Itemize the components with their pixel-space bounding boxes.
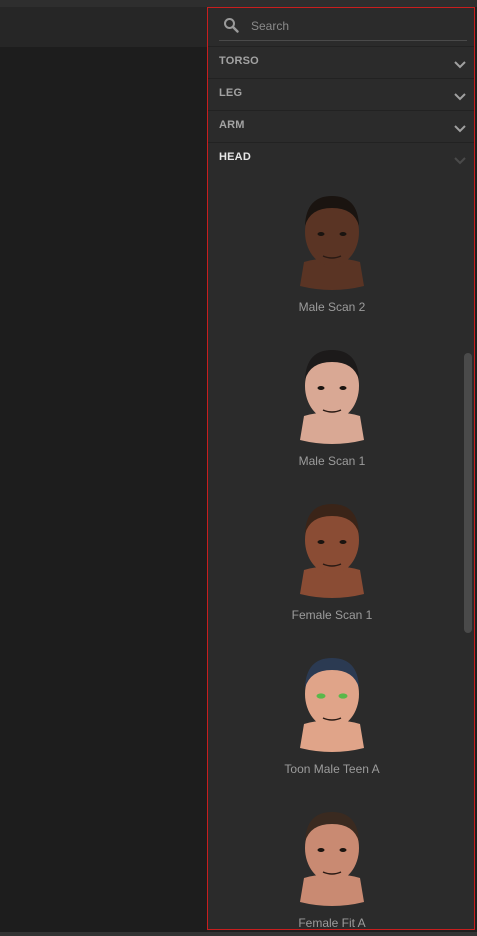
item-label: Male Scan 1 (298, 454, 366, 468)
asset-library-panel: TORSO LEG ARM HEAD (207, 7, 475, 930)
item-label: Male Scan 2 (298, 300, 366, 314)
search-icon (223, 17, 239, 33)
top-bar (0, 0, 477, 7)
search-bar (219, 12, 467, 41)
head-thumbnail (300, 196, 364, 290)
viewport-toolbar (0, 7, 207, 47)
category-torso[interactable]: TORSO (208, 46, 474, 78)
head-thumbnail (300, 350, 364, 444)
category-label: ARM (219, 119, 245, 131)
category-head[interactable]: HEAD (208, 142, 474, 174)
item-label: Toon Male Teen A (284, 762, 380, 776)
category-label: HEAD (219, 151, 251, 163)
item-label: Female Fit A (298, 916, 366, 930)
category-leg[interactable]: LEG (208, 78, 474, 110)
head-thumbnail (300, 504, 364, 598)
item-label: Female Scan 1 (291, 608, 373, 622)
bottom-bar (0, 932, 477, 936)
viewport-area[interactable] (0, 47, 207, 933)
chevron-down-icon (454, 89, 466, 101)
head-item-male-scan-2[interactable]: Male Scan 2 (222, 184, 442, 334)
head-item-female-fit-a[interactable]: Female Fit A (222, 800, 442, 930)
category-label: TORSO (219, 55, 259, 67)
chevron-down-icon (454, 57, 466, 69)
category-arm[interactable]: ARM (208, 110, 474, 142)
scrollbar[interactable] (464, 353, 472, 635)
category-label: LEG (219, 87, 243, 99)
head-item-toon-male-teen-a[interactable]: Toon Male Teen A (222, 646, 442, 796)
app-window: TORSO LEG ARM HEAD (0, 0, 477, 936)
head-item-female-scan-1[interactable]: Female Scan 1 (222, 492, 442, 642)
chevron-down-icon (454, 153, 466, 165)
head-thumbnail (300, 812, 364, 906)
scrollbar-thumb[interactable] (464, 353, 472, 633)
head-item-male-scan-1[interactable]: Male Scan 1 (222, 338, 442, 488)
chevron-down-icon (454, 121, 466, 133)
head-thumbnail (300, 658, 364, 752)
search-input[interactable] (251, 16, 461, 36)
